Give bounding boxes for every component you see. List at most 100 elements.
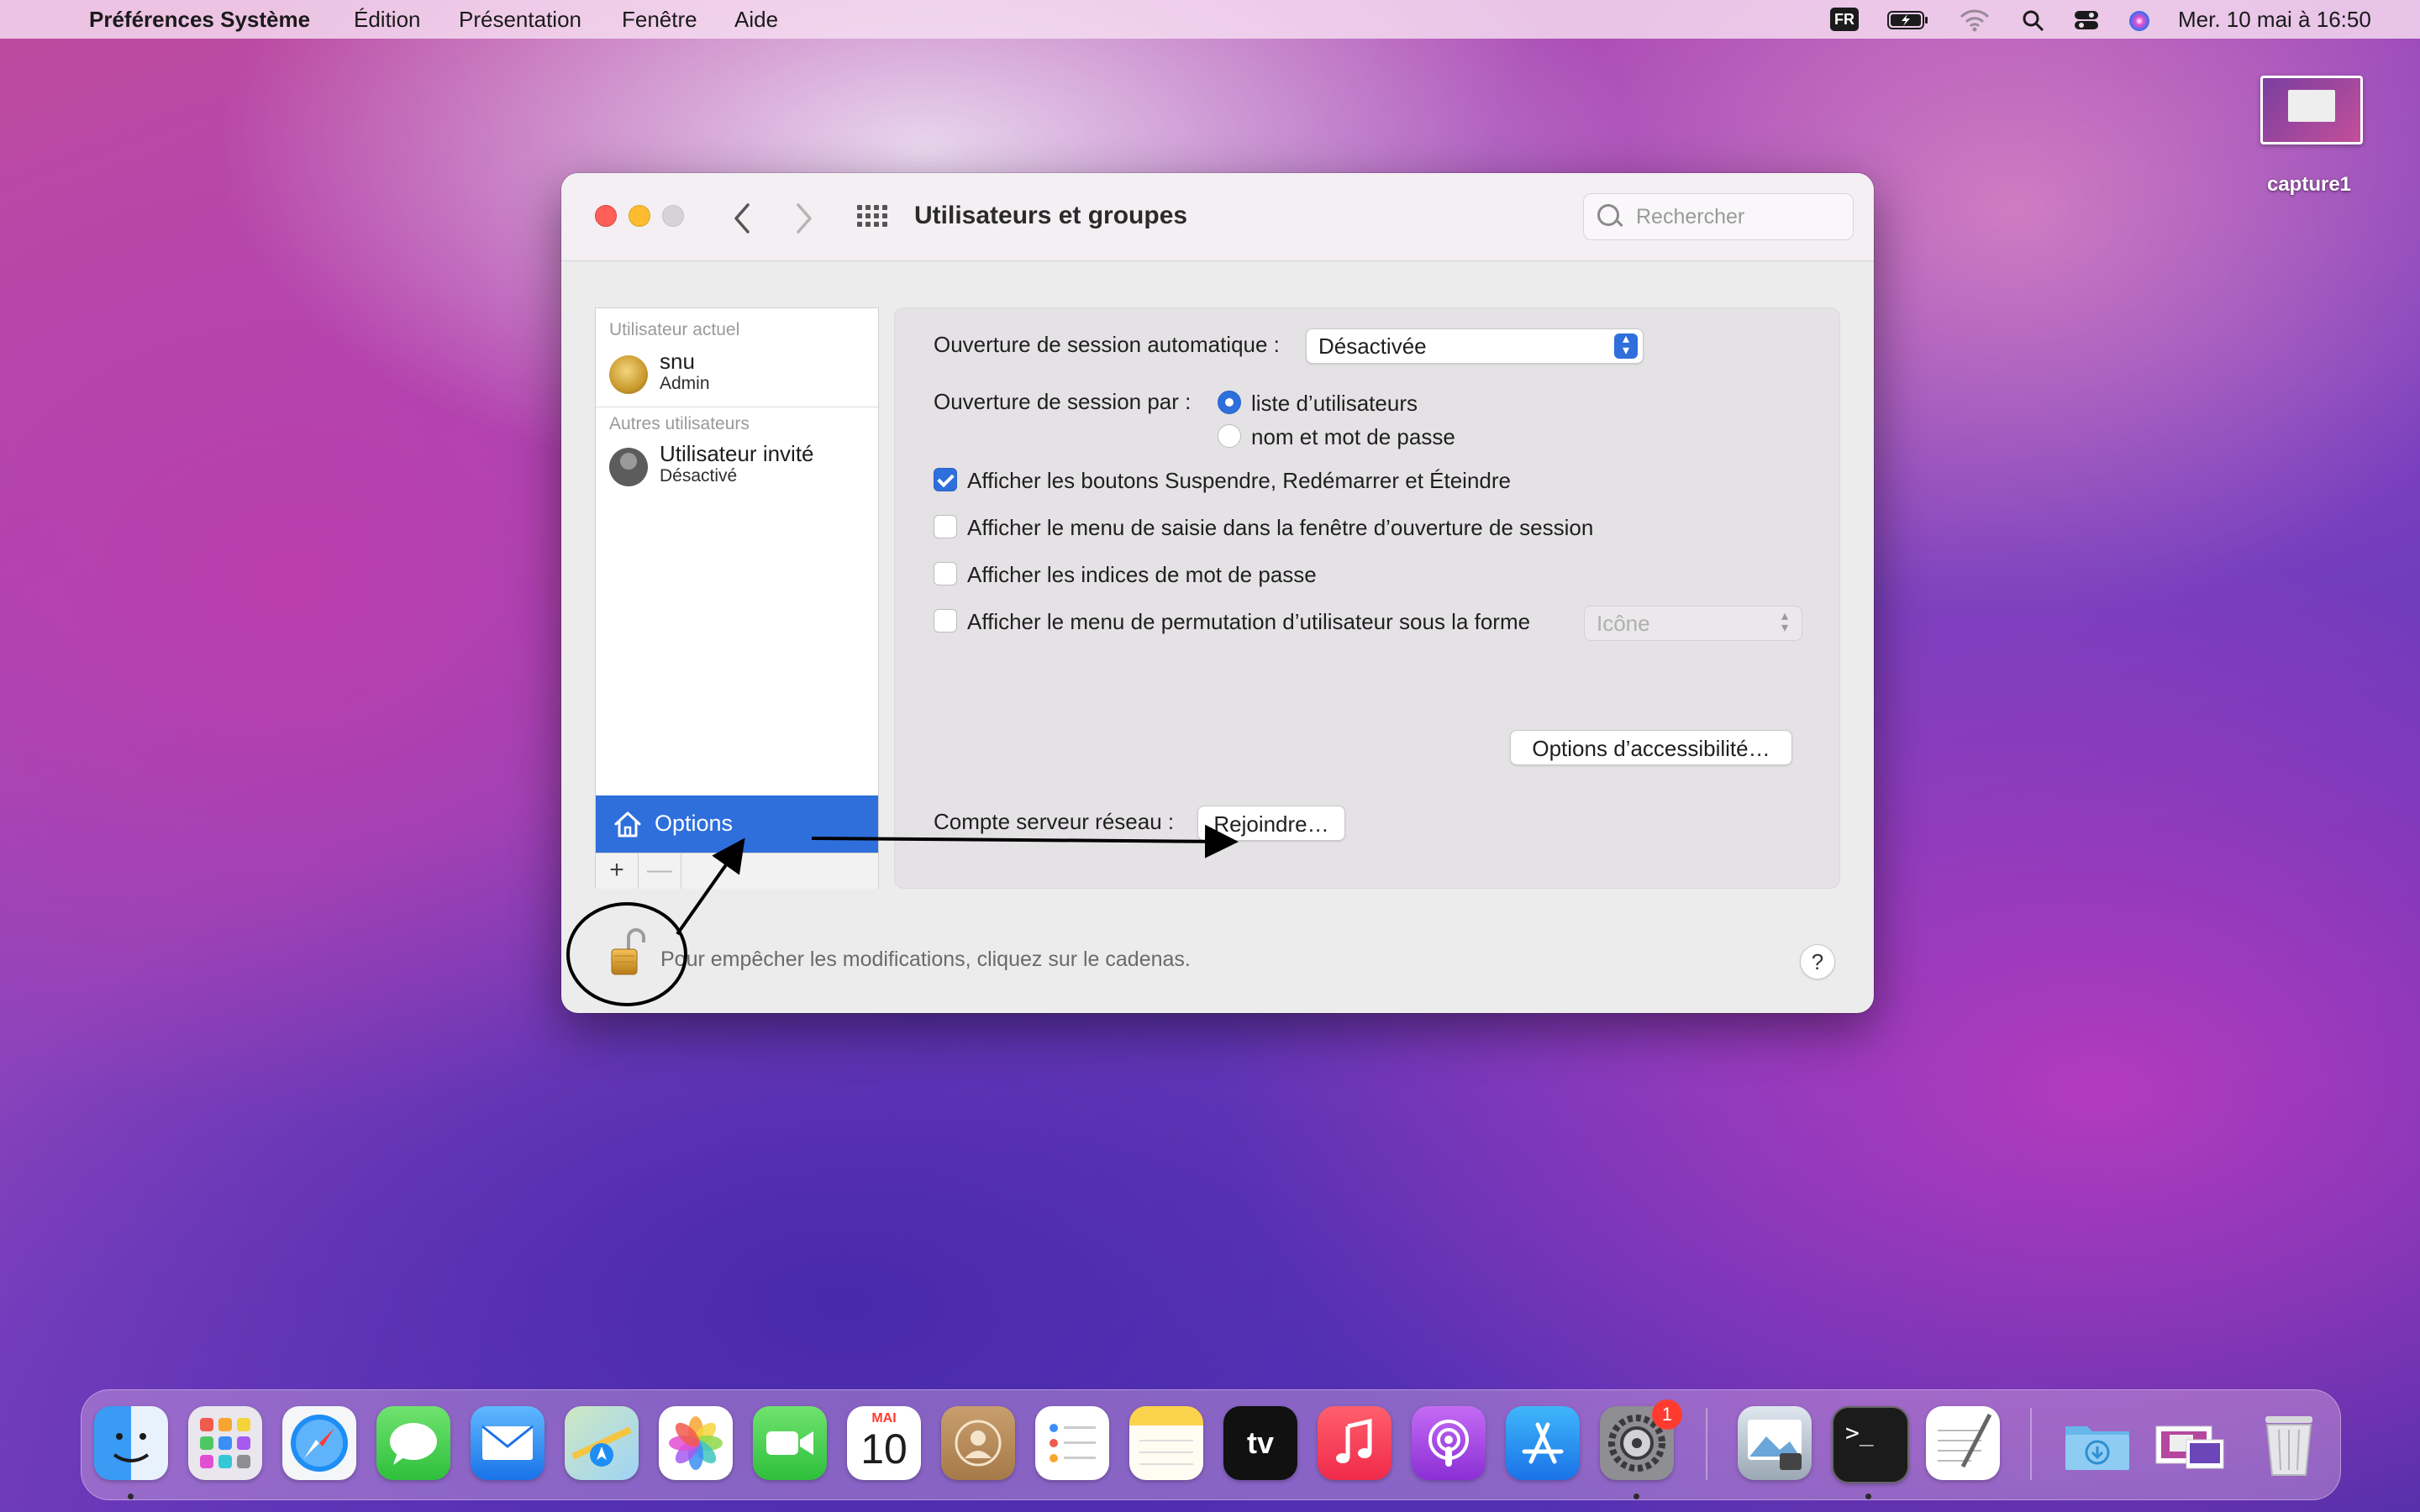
desktop-file-label[interactable]: capture1: [2235, 173, 2383, 197]
current-user-section-label: Utilisateur actuel: [609, 320, 740, 339]
facetime-icon[interactable]: [753, 1406, 827, 1480]
checkbox-input-menu-label[interactable]: Afficher le menu de saisie dans la fenêt…: [967, 515, 1593, 541]
reminders-icon[interactable]: [1035, 1406, 1109, 1480]
checkbox-fast-user-switching[interactable]: [934, 609, 957, 633]
user-row-snu[interactable]: snu Admin: [596, 345, 878, 404]
other-users-section-label: Autres utilisateurs: [609, 414, 750, 433]
user-list-toolbar: + —: [596, 853, 878, 889]
user-name: snu: [660, 349, 695, 374]
screenshots-stack-icon[interactable]: [2153, 1406, 2227, 1480]
switch-menu-popup[interactable]: Icône ▴ ▾: [1584, 606, 1802, 641]
music-icon[interactable]: [1318, 1406, 1392, 1480]
menu-fenetre[interactable]: Fenêtre: [622, 7, 697, 33]
house-icon: [614, 811, 641, 837]
calendar-icon[interactable]: MAI 10: [847, 1406, 921, 1480]
contacts-icon[interactable]: [941, 1406, 1015, 1480]
zoom-window-button[interactable]: [662, 205, 684, 227]
user-row-guest[interactable]: Utilisateur invité Désactivé: [596, 438, 878, 496]
terminal-icon[interactable]: >_: [1832, 1406, 1909, 1483]
battery-icon[interactable]: [1887, 10, 1929, 30]
auto-login-value: Désactivée: [1318, 333, 1427, 359]
apple-tv-icon[interactable]: tv: [1223, 1406, 1297, 1480]
popup-stepper-icon: ▴ ▾: [1781, 609, 1789, 635]
search-field[interactable]: [1583, 193, 1854, 240]
dock-separator: [2030, 1408, 2032, 1480]
textedit-icon[interactable]: [1926, 1406, 2000, 1480]
running-indicator: [1865, 1494, 1871, 1499]
login-by-label: Ouverture de session par :: [934, 389, 1192, 414]
user-list: Utilisateur actuel snu Admin Autres util…: [595, 307, 879, 889]
preview-icon[interactable]: [1738, 1406, 1812, 1480]
messages-icon[interactable]: [376, 1406, 450, 1480]
dock-separator: [1706, 1408, 1707, 1480]
checkbox-password-hints[interactable]: [934, 562, 957, 585]
network-account-label: Compte serveur réseau :: [934, 809, 1175, 834]
menu-aide[interactable]: Aide: [734, 7, 778, 33]
auto-login-label: Ouverture de session automatique :: [934, 332, 1280, 357]
switch-menu-value: Icône: [1597, 611, 1650, 636]
avatar: [609, 355, 648, 394]
control-center-icon[interactable]: [2074, 9, 2099, 31]
input-source-icon[interactable]: FR: [1830, 8, 1859, 31]
desktop-file-thumbnail[interactable]: [2260, 76, 2363, 144]
user-role: Désactivé: [660, 466, 738, 486]
checkbox-password-hints-label[interactable]: Afficher les indices de mot de passe: [967, 562, 1317, 588]
downloads-folder-icon[interactable]: [2060, 1406, 2134, 1480]
show-all-grid-icon[interactable]: [857, 205, 887, 230]
photos-icon[interactable]: [659, 1406, 733, 1480]
search-icon: [1597, 204, 1619, 226]
siri-icon[interactable]: [2128, 9, 2151, 33]
back-chevron-icon[interactable]: [729, 202, 755, 235]
radio-user-list-label[interactable]: liste d’utilisateurs: [1251, 391, 1418, 417]
checkbox-show-power-buttons[interactable]: [934, 468, 957, 491]
window-toolbar: Utilisateurs et groupes: [561, 173, 1874, 261]
notification-badge: 1: [1652, 1399, 1682, 1430]
window-title: Utilisateurs et groupes: [914, 202, 1188, 229]
avatar: [609, 448, 648, 486]
system-preferences-window: Utilisateurs et groupes Utilisateur actu…: [561, 173, 1874, 1013]
menu-presentation[interactable]: Présentation: [459, 7, 581, 33]
checkbox-fast-user-switching-label[interactable]: Afficher le menu de permutation d’utilis…: [967, 609, 1530, 635]
mail-icon[interactable]: [471, 1406, 544, 1480]
login-options-item[interactable]: Options: [596, 795, 878, 853]
lock-hint-text: Pour empêcher les modifications, cliquez…: [660, 948, 1191, 971]
checkbox-input-menu[interactable]: [934, 515, 957, 538]
launchpad-icon[interactable]: [188, 1406, 262, 1480]
radio-name-password-label[interactable]: nom et mot de passe: [1251, 424, 1455, 450]
accessibility-options-button[interactable]: Options d’accessibilité…: [1510, 730, 1792, 765]
popup-stepper-icon: ▴ ▾: [1614, 333, 1638, 359]
padlock-open-icon[interactable]: [608, 927, 645, 976]
options-label: Options: [655, 811, 734, 836]
menu-edition[interactable]: Édition: [354, 7, 421, 33]
join-button[interactable]: Rejoindre…: [1197, 806, 1345, 841]
safari-icon[interactable]: [282, 1406, 356, 1480]
checkbox-show-power-buttons-label[interactable]: Afficher les boutons Suspendre, Redémarr…: [967, 468, 1511, 494]
menu-app-name[interactable]: Préférences Système: [89, 7, 310, 33]
auto-login-popup[interactable]: Désactivée ▴ ▾: [1306, 328, 1644, 364]
help-button[interactable]: ?: [1800, 944, 1835, 979]
login-options-panel: Ouverture de session automatique : Désac…: [894, 307, 1840, 889]
user-role: Admin: [660, 374, 710, 393]
finder-icon[interactable]: [94, 1406, 168, 1480]
running-indicator: [1634, 1494, 1639, 1499]
menubar-clock[interactable]: Mer. 10 mai à 16:50: [2178, 7, 2371, 33]
calendar-day: 10: [860, 1425, 908, 1473]
notes-icon[interactable]: [1129, 1406, 1203, 1480]
running-indicator: [128, 1494, 134, 1499]
radio-name-password[interactable]: [1218, 424, 1241, 448]
search-input[interactable]: [1634, 202, 1839, 231]
wifi-icon[interactable]: [1960, 8, 1990, 32]
radio-user-list[interactable]: [1218, 391, 1241, 414]
minimize-window-button[interactable]: [629, 205, 650, 227]
menu-bar: Préférences Système Édition Présentation…: [0, 0, 2420, 39]
add-user-button[interactable]: +: [596, 853, 639, 889]
forward-chevron-icon[interactable]: [792, 202, 817, 235]
user-name: Utilisateur invité: [660, 441, 814, 466]
spotlight-icon[interactable]: [2022, 9, 2045, 33]
trash-icon[interactable]: [2252, 1406, 2326, 1480]
maps-icon[interactable]: [565, 1406, 639, 1480]
close-window-button[interactable]: [595, 205, 617, 227]
remove-user-button[interactable]: —: [639, 853, 681, 889]
app-store-icon[interactable]: [1506, 1406, 1580, 1480]
podcasts-icon[interactable]: [1412, 1406, 1486, 1480]
